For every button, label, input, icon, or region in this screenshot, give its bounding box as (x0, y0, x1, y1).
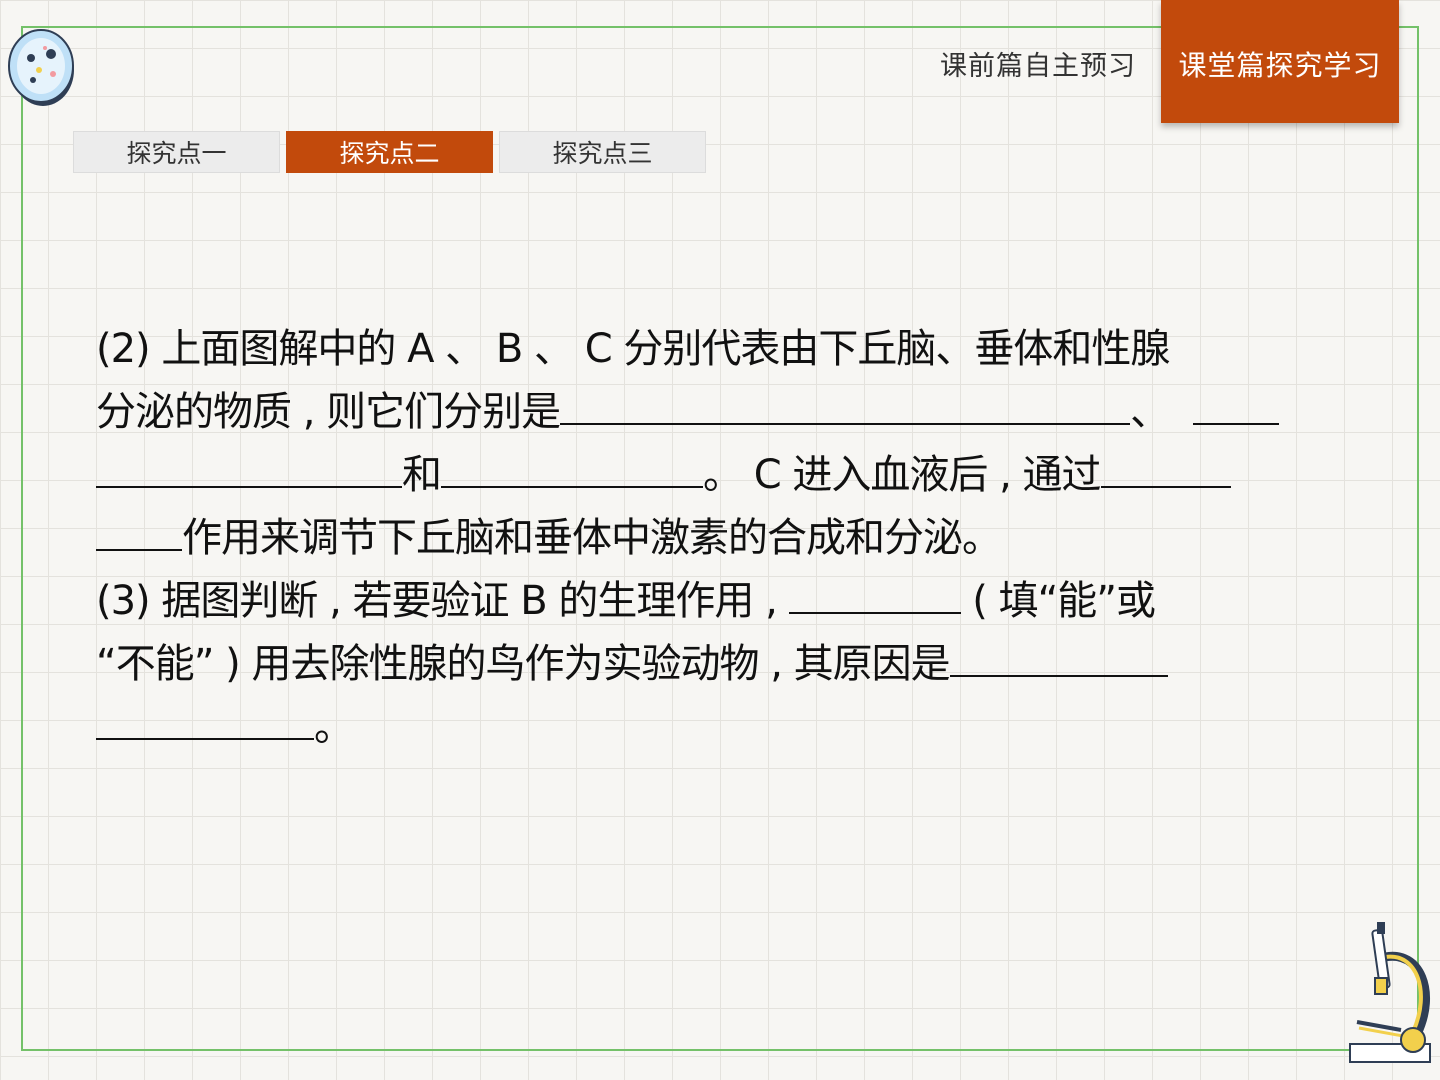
q3-line-1-end: ( 填“能”或 (972, 578, 1156, 624)
answer-blank-feedback-start[interactable] (1100, 446, 1231, 488)
q2-line-4: 作用来调节下丘脑和垂体中激素的合成和分泌。 (96, 507, 1326, 570)
answer-blank-b-start[interactable] (1192, 383, 1279, 425)
q2-separator: 、 (1130, 389, 1170, 435)
q2-line-2: 分泌的物质 , 则它们分别是 、 (96, 381, 1326, 444)
nav-active-tab[interactable]: 课堂篇探究学习 (1161, 0, 1399, 123)
answer-blank-reason-start[interactable] (949, 635, 1168, 677)
section-tabs: 探究点一 探究点二 探究点三 (73, 131, 706, 173)
q2-and: 和 (402, 452, 442, 498)
tab-point-1[interactable]: 探究点一 (73, 131, 280, 173)
microscope-icon (1349, 922, 1431, 1063)
q2-line-3: 和 。 C 进入血液后 , 通过 (96, 444, 1326, 507)
answer-blank-a[interactable] (560, 383, 1131, 425)
answer-blank-reason-end[interactable] (96, 698, 314, 740)
q2-line-3-text: 。 C 进入血液后 , 通过 (703, 452, 1102, 498)
q3-line-3: 。 (96, 696, 1326, 759)
q3-line-1-text: (3) 据图判断 , 若要验证 B 的生理作用 , (96, 578, 778, 624)
q3-line-2: “不能” ) 用去除性腺的鸟作为实验动物 , 其原因是 (96, 633, 1326, 696)
answer-blank-can[interactable] (788, 572, 961, 614)
q2-line-2-text: 分泌的物质 , 则它们分别是 (96, 389, 561, 435)
answer-blank-b-end[interactable] (96, 446, 402, 488)
answer-blank-c[interactable] (441, 446, 703, 488)
q3-line-2-text: “不能” ) 用去除性腺的鸟作为实验动物 , 其原因是 (96, 641, 951, 687)
petri-dish-icon (8, 29, 74, 106)
nav-preview-link[interactable]: 课前篇自主预习 (940, 44, 1136, 83)
q2-line-1: (2) 上面图解中的 A 、 B 、 C 分别代表由下丘脑、垂体和性腺 (96, 326, 1170, 372)
question-text: (2) 上面图解中的 A 、 B 、 C 分别代表由下丘脑、垂体和性腺 分泌的物… (96, 318, 1326, 759)
q3-line-1: (3) 据图判断 , 若要验证 B 的生理作用 , ( 填“能”或 (96, 570, 1326, 633)
tab-point-2[interactable]: 探究点二 (286, 131, 493, 173)
q2-line-4-text: 作用来调节下丘脑和垂体中激素的合成和分泌。 (182, 515, 1002, 561)
q3-line-3-end: 。 (314, 704, 354, 750)
answer-blank-feedback-end[interactable] (96, 509, 182, 551)
tab-point-3[interactable]: 探究点三 (499, 131, 706, 173)
